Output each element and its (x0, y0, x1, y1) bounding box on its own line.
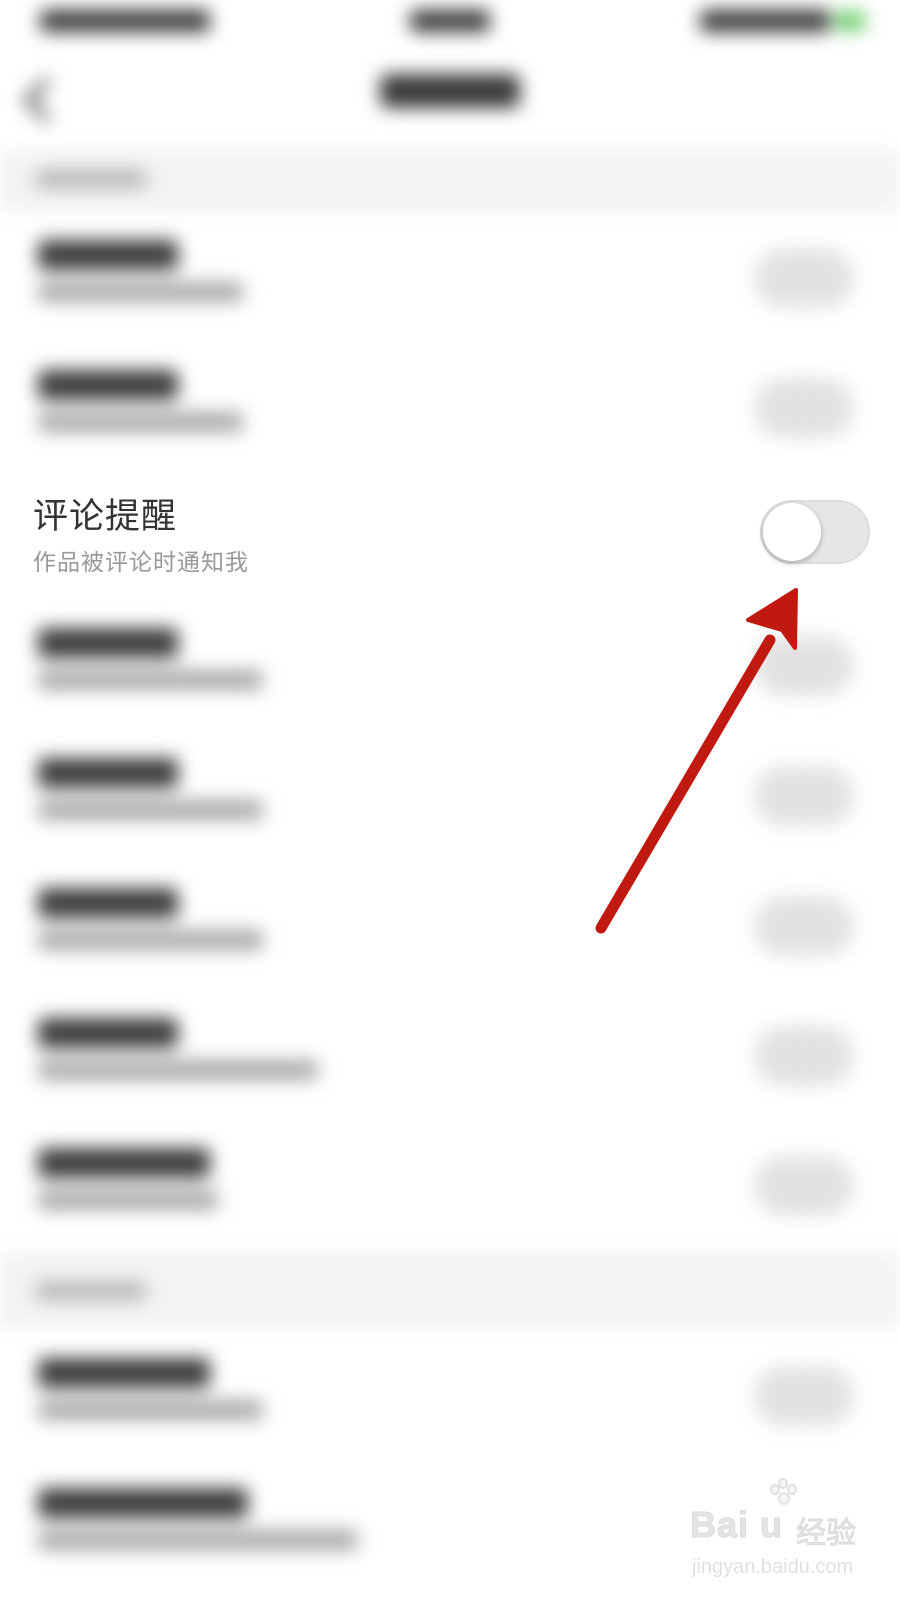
nav-title (380, 74, 520, 108)
comment-reminder-toggle[interactable] (760, 500, 870, 564)
row-subtitle (38, 1530, 358, 1550)
toggle-switch[interactable] (754, 1156, 854, 1216)
toggle-switch[interactable] (754, 1366, 854, 1426)
baidu-paw-icon (770, 1478, 797, 1505)
watermark-brand: Bai u (689, 1504, 784, 1546)
nav-bar (0, 48, 900, 148)
toggle-knob (763, 503, 821, 561)
row-title (38, 1018, 178, 1048)
section-header (0, 150, 900, 212)
settings-row[interactable] (0, 342, 900, 472)
row-title (38, 758, 178, 788)
watermark-url: jingyan.baidu.com (692, 1556, 854, 1578)
battery-icon (835, 12, 865, 30)
row-subtitle (38, 670, 263, 690)
row-subtitle (38, 1190, 218, 1210)
toggle-switch[interactable] (754, 378, 854, 438)
settings-screen: 评论提醒 作品被评论时通知我 Bai u 经验 jingyan.baidu.co… (0, 0, 900, 1600)
settings-row[interactable] (0, 600, 900, 730)
toggle-switch[interactable] (754, 248, 854, 308)
row-subtitle (38, 1060, 318, 1080)
settings-row[interactable] (0, 1120, 900, 1250)
row-title (38, 628, 178, 658)
row-subtitle (38, 800, 263, 820)
row-title: 评论提醒 (33, 497, 178, 537)
row-subtitle (38, 412, 243, 432)
row-subtitle: 作品被评论时通知我 (33, 550, 249, 576)
settings-row[interactable] (0, 1330, 900, 1460)
watermark-brand-cn: 经验 (796, 1516, 857, 1552)
row-title (38, 888, 178, 918)
settings-row[interactable] (0, 860, 900, 990)
row-title (38, 240, 178, 270)
section-label (36, 1282, 146, 1300)
settings-row[interactable] (0, 730, 900, 860)
row-title (38, 1488, 248, 1518)
status-indicators (700, 10, 830, 32)
row-title (38, 1358, 210, 1388)
section-header (0, 1252, 900, 1328)
row-subtitle (38, 930, 263, 950)
settings-row-comment-reminder[interactable]: 评论提醒 作品被评论时通知我 (0, 468, 900, 600)
baidu-jingyan-watermark: Bai u 经验 jingyan.baidu.com (689, 1478, 860, 1590)
row-subtitle (38, 282, 243, 302)
status-carrier (40, 10, 210, 32)
settings-row[interactable] (0, 212, 900, 342)
back-icon[interactable] (23, 77, 69, 123)
status-bar (0, 0, 900, 48)
toggle-switch[interactable] (754, 636, 854, 696)
row-title (38, 1148, 210, 1178)
status-time (410, 10, 490, 32)
row-title (38, 370, 178, 400)
toggle-switch[interactable] (754, 766, 854, 826)
toggle-switch[interactable] (754, 896, 854, 956)
row-subtitle (38, 1400, 263, 1420)
toggle-switch[interactable] (754, 1026, 854, 1086)
settings-row[interactable] (0, 990, 900, 1120)
section-label (36, 170, 146, 188)
